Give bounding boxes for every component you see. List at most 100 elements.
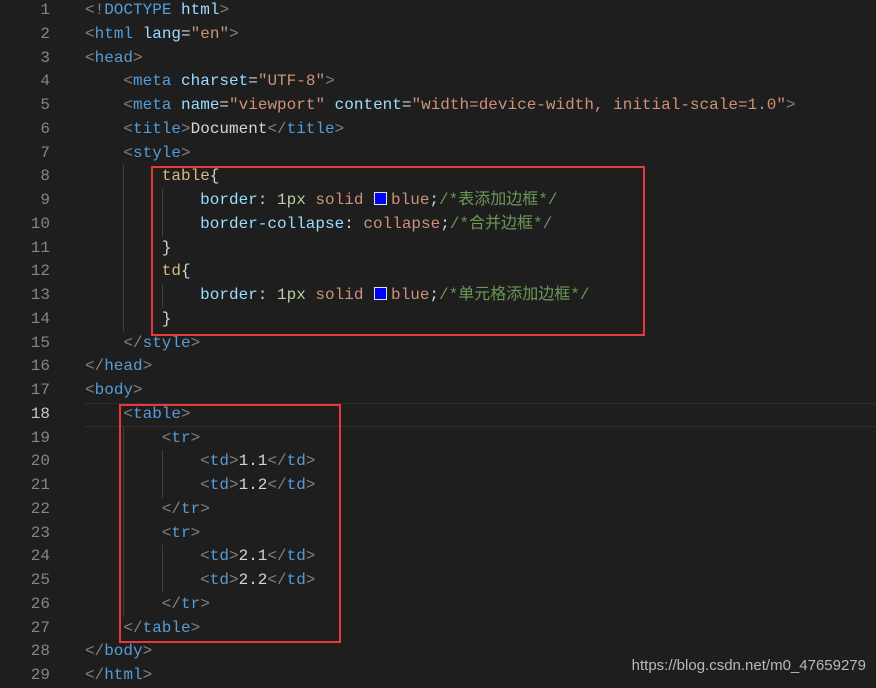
code-token: = (219, 96, 230, 114)
code-token: > (142, 666, 153, 684)
code-token: meta (133, 96, 172, 114)
indent-guide (85, 569, 123, 593)
code-token: > (229, 24, 239, 43)
code-token: < (85, 381, 95, 399)
code-token: body (104, 642, 143, 661)
line-code: </head> (85, 355, 152, 379)
code-token: "width=device-width, initial-scale=1.0" (411, 96, 786, 114)
indent-guide (85, 332, 123, 356)
code-token: > (334, 119, 345, 138)
line-number: 13 (30, 286, 50, 304)
code-token: style (142, 333, 191, 352)
line-number: 10 (30, 214, 50, 233)
line-number: 26 (30, 594, 50, 613)
line-code: <body> (85, 379, 143, 403)
code-token: > (142, 357, 153, 376)
line-number: 11 (30, 238, 50, 257)
code-token: head (94, 48, 134, 67)
code-token: = (181, 24, 191, 43)
code-token: < (85, 24, 95, 43)
line-code: <!DOCTYPE html> (85, 0, 229, 23)
line-number: 5 (40, 96, 50, 114)
code-token: content (334, 96, 402, 114)
indent-guide (85, 94, 123, 118)
code-token: </ (123, 333, 143, 352)
line-number: 27 (30, 618, 50, 637)
line-number: 6 (40, 119, 50, 138)
code-line[interactable]: 16 </head> (0, 355, 876, 379)
code-token: </ (85, 666, 105, 684)
indent-guide (85, 165, 123, 189)
indent-guide (85, 593, 123, 617)
line-number: 16 (30, 357, 50, 376)
code-token: meta (133, 72, 172, 91)
code-token: < (123, 143, 133, 162)
indent-guide (85, 498, 123, 522)
indent-guide (85, 545, 123, 569)
line-number: 2 (40, 24, 50, 43)
code-token: </ (85, 357, 105, 376)
line-code: <html lang="en"> (85, 23, 239, 47)
code-token: title (133, 119, 182, 138)
line-number: 22 (30, 499, 50, 518)
code-line[interactable]: 4 <meta charset="UTF-8"> (0, 70, 876, 94)
watermark: https://blog.csdn.net/m0_47659279 (631, 657, 866, 674)
indent-guide (85, 403, 123, 427)
line-number: 8 (40, 167, 50, 186)
line-code: <meta name="viewport" content="width=dev… (85, 94, 795, 118)
code-line[interactable]: 1 <!DOCTYPE html> (0, 0, 876, 23)
indent-guide (85, 70, 123, 94)
code-token: > (181, 119, 191, 138)
indent-guide (85, 427, 123, 451)
code-token: head (104, 357, 143, 376)
code-token: DOCTYPE (104, 1, 172, 19)
line-number: 24 (30, 547, 50, 566)
code-token: > (142, 642, 153, 661)
code-line[interactable]: 3 <head> (0, 47, 876, 71)
code-token: > (325, 72, 335, 91)
indent-guide (85, 118, 123, 142)
line-number: 29 (30, 666, 50, 684)
indent-guide (85, 213, 123, 237)
code-token: > (190, 333, 201, 352)
line-number: 21 (30, 476, 50, 494)
code-token: = (248, 72, 258, 91)
indent-guide (85, 260, 123, 284)
line-number: 23 (30, 523, 50, 542)
code-token: <! (85, 1, 105, 19)
code-token: title (286, 119, 335, 138)
indent-guide (85, 308, 123, 332)
code-token: name (181, 96, 220, 114)
code-token: > (181, 143, 191, 162)
code-token: html (181, 1, 220, 19)
code-token: "UTF-8" (257, 72, 326, 91)
code-token: < (123, 119, 133, 138)
line-code: </html> (85, 664, 152, 688)
code-token: > (133, 381, 143, 399)
line-number: 18 (30, 404, 50, 423)
line-number: 1 (40, 1, 50, 19)
indent-guide (85, 522, 123, 546)
code-token: > (219, 1, 230, 19)
line-number: 3 (40, 48, 50, 67)
indent-guide (85, 450, 123, 474)
line-number: 12 (30, 262, 50, 281)
code-line[interactable]: 5 <meta name="viewport" content="width=de… (0, 94, 876, 118)
code-line[interactable]: 17 <body> (0, 379, 876, 403)
code-token: html (94, 24, 134, 43)
code-token: lang (142, 24, 182, 43)
code-token: > (133, 48, 143, 67)
line-code: <title>Document</title> (85, 118, 344, 142)
line-number: 17 (30, 381, 50, 399)
code-token: html (104, 666, 143, 684)
code-line[interactable]: 2 <html lang="en"> (0, 23, 876, 47)
css-highlight-box (151, 166, 645, 336)
line-number: 20 (30, 452, 50, 471)
code-line[interactable]: 7 <style> (0, 142, 876, 166)
indent-guide (85, 189, 123, 213)
code-line[interactable]: 6 <title>Document</title> (0, 118, 876, 142)
code-token: "en" (190, 24, 230, 43)
